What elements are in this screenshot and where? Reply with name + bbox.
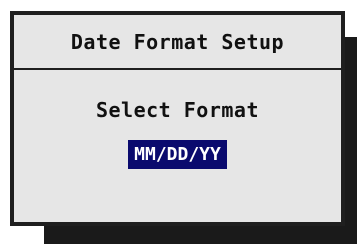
date-format-dialog: Date Format Setup Select Format MM/DD/YY [10,11,345,226]
date-format-selector[interactable]: MM/DD/YY [128,140,227,169]
dialog-title: Date Format Setup [14,15,341,70]
dialog-body: Select Format MM/DD/YY [14,70,341,220]
select-format-label: Select Format [95,98,260,122]
screen: Date Format Setup Select Format MM/DD/YY [0,0,357,244]
